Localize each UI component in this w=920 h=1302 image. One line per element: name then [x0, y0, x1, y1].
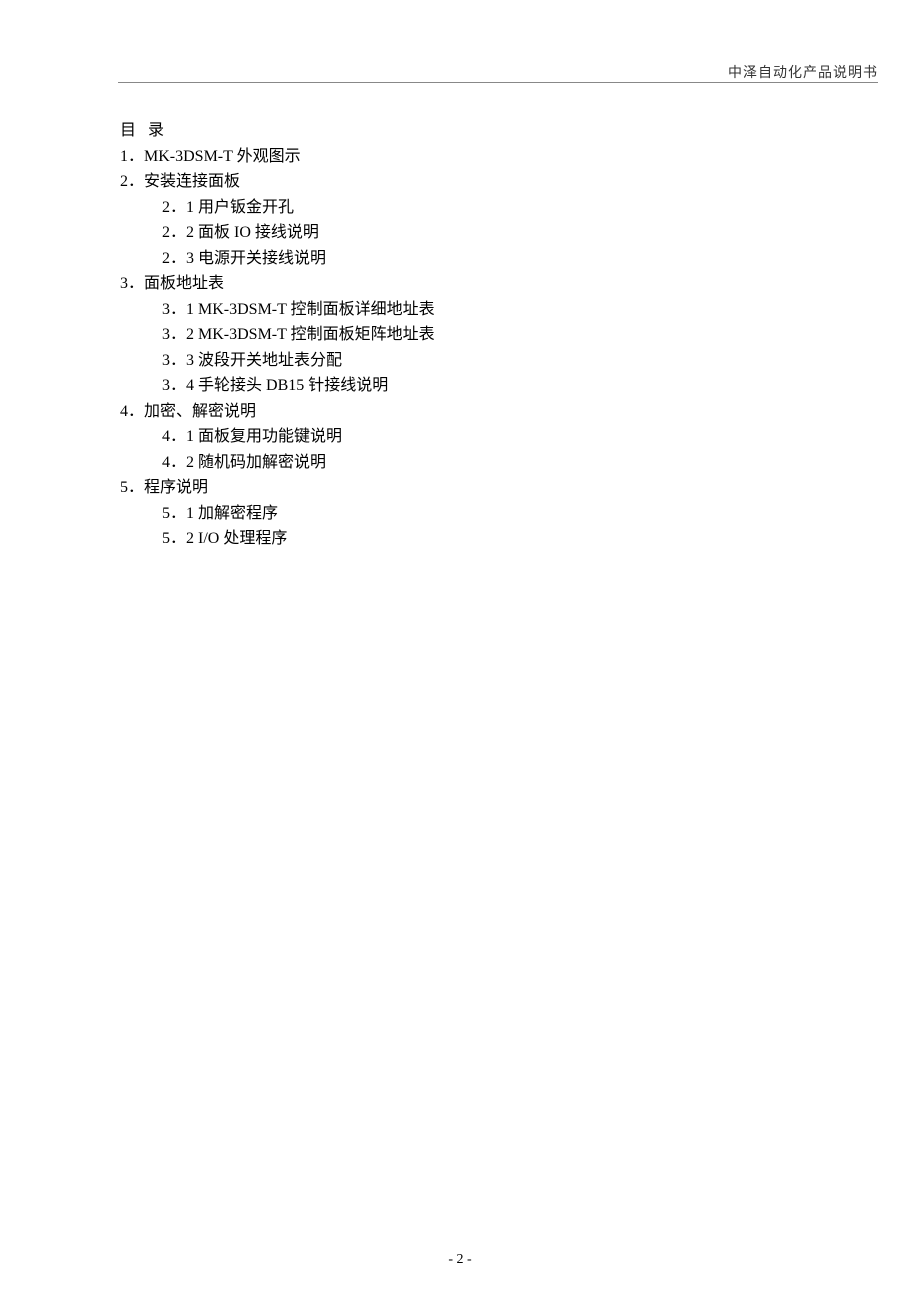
toc-entry: 5．1 加解密程序: [162, 501, 800, 527]
toc-num: 2．2: [162, 224, 194, 241]
toc-text: 用户钣金开孔: [194, 199, 294, 216]
toc-text: MK-3DSM-T 控制面板矩阵地址表: [194, 326, 435, 343]
toc-num: 4．1: [162, 428, 194, 445]
toc-text: MK-3DSM-T 控制面板详细地址表: [194, 301, 435, 318]
toc-text: I/O 处理程序: [194, 530, 287, 547]
toc-num: 3．4: [162, 377, 194, 394]
toc-num: 2．: [120, 173, 144, 190]
toc-title: 目 录: [120, 118, 800, 144]
header-divider: [118, 82, 878, 83]
toc-entry: 2．安装连接面板: [120, 169, 800, 195]
toc-text: 手轮接头 DB15 针接线说明: [194, 377, 388, 394]
toc-text: 面板地址表: [144, 275, 224, 292]
toc-entry: 3．2 MK-3DSM-T 控制面板矩阵地址表: [162, 322, 800, 348]
toc-entry: 4．加密、解密说明: [120, 399, 800, 425]
toc-text: 安装连接面板: [144, 173, 240, 190]
toc-num: 3．2: [162, 326, 194, 343]
toc-num: 5．1: [162, 505, 194, 522]
page-number: - 2 -: [0, 1252, 920, 1268]
toc-num: 3．: [120, 275, 144, 292]
toc-num: 2．3: [162, 250, 194, 267]
toc-text: 面板 IO 接线说明: [194, 224, 319, 241]
toc-entry: 2．1 用户钣金开孔: [162, 195, 800, 221]
toc-text: 程序说明: [144, 479, 208, 496]
toc-container: 目 录 1．MK-3DSM-T 外观图示 2．安装连接面板 2．1 用户钣金开孔…: [120, 118, 800, 552]
toc-num: 2．1: [162, 199, 194, 216]
toc-text: 电源开关接线说明: [194, 250, 326, 267]
toc-entry: 2．2 面板 IO 接线说明: [162, 220, 800, 246]
toc-text: 面板复用功能键说明: [194, 428, 342, 445]
toc-entry: 4．2 随机码加解密说明: [162, 450, 800, 476]
toc-entry: 1．MK-3DSM-T 外观图示: [120, 144, 800, 170]
toc-num: 5．: [120, 479, 144, 496]
toc-entry: 3．3 波段开关地址表分配: [162, 348, 800, 374]
toc-text: 加解密程序: [194, 505, 278, 522]
document-header: 中泽自动化产品说明书: [728, 62, 878, 82]
toc-entry: 3．4 手轮接头 DB15 针接线说明: [162, 373, 800, 399]
toc-entry: 3．面板地址表: [120, 271, 800, 297]
toc-text: 加密、解密说明: [144, 403, 256, 420]
toc-entry: 5．2 I/O 处理程序: [162, 526, 800, 552]
toc-text: 波段开关地址表分配: [194, 352, 342, 369]
toc-num: 4．2: [162, 454, 194, 471]
toc-text: MK-3DSM-T 外观图示: [144, 148, 301, 165]
toc-num: 3．1: [162, 301, 194, 318]
toc-entry: 4．1 面板复用功能键说明: [162, 424, 800, 450]
toc-entry: 2．3 电源开关接线说明: [162, 246, 800, 272]
toc-num: 5．2: [162, 530, 194, 547]
toc-entry: 5．程序说明: [120, 475, 800, 501]
toc-entry: 3．1 MK-3DSM-T 控制面板详细地址表: [162, 297, 800, 323]
toc-num: 3．3: [162, 352, 194, 369]
toc-num: 1．: [120, 148, 144, 165]
toc-num: 4．: [120, 403, 144, 420]
toc-text: 随机码加解密说明: [194, 454, 326, 471]
